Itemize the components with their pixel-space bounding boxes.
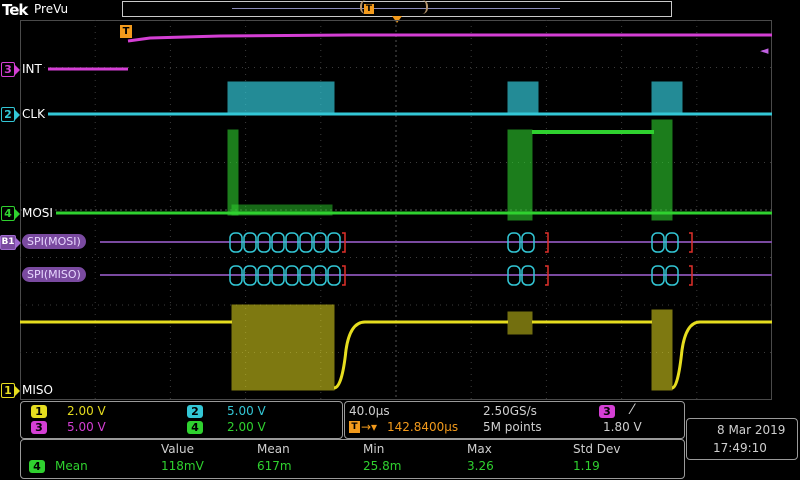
waveform-graticule[interactable] <box>20 20 772 400</box>
ch3-scale-value: 5.00 V <box>67 420 106 434</box>
trigger-level-marker[interactable]: ◄ <box>760 44 768 57</box>
vertical-scale-panel[interactable]: 1 2.00 V 2 5.00 V 3 5.00 V 4 2.00 V <box>20 401 343 439</box>
ch4-label: MOSI <box>22 206 53 220</box>
ch2-label: CLK <box>22 107 45 121</box>
ch2-ground-marker[interactable]: 2 <box>1 107 20 122</box>
trigger-position-marker[interactable]: T <box>364 4 374 14</box>
ch4-scale-badge: 4 <box>187 421 203 434</box>
meas-source-badge: 4 <box>29 460 45 473</box>
ch3-scale-badge: 3 <box>31 421 47 434</box>
clk-waveform <box>48 81 772 116</box>
date: 8 Mar 2019 <box>717 423 786 437</box>
sample-rate: 2.50GS/s <box>483 404 537 418</box>
decode-stop-markers <box>342 232 693 286</box>
time: 17:49:10 <box>713 441 767 455</box>
trigger-slope-icon: ⁄ <box>631 402 634 418</box>
acquisition-mode: PreVu <box>34 2 69 16</box>
datetime-panel: 8 Mar 2019 17:49:10 <box>686 418 798 460</box>
ch1-scale-badge: 1 <box>31 405 47 418</box>
bus-b1-marker[interactable]: B1 <box>0 235 21 250</box>
ch2-scale-badge: 2 <box>187 405 203 418</box>
meas-min: 25.8m <box>363 459 402 473</box>
ch3-label: INT <box>22 62 42 76</box>
int-waveform <box>48 33 772 71</box>
ch1-ground-marker[interactable]: 1 <box>1 383 20 398</box>
ch2-scale-value: 5.00 V <box>227 404 266 418</box>
ch1-scale-value: 2.00 V <box>67 404 106 418</box>
meas-mean: 617m <box>257 459 292 473</box>
brand-logo: Tek <box>2 1 28 19</box>
trigger-position: 142.8400µs <box>387 420 459 434</box>
meas-header-max: Max <box>467 442 492 456</box>
trigger-source-badge: 3 <box>599 405 615 418</box>
ch4-ground-marker[interactable]: 4 <box>1 206 20 221</box>
meas-name: Mean <box>55 459 88 473</box>
record-length: 5M points <box>483 420 542 434</box>
top-bar: Tek PreVu T <box>0 0 800 23</box>
measurement-panel[interactable]: Value Mean Min Max Std Dev 4 Mean 118mV … <box>20 439 685 479</box>
meas-header-value: Value <box>161 442 194 456</box>
bus-label-spi-miso: SPI(MISO) <box>22 267 86 282</box>
meas-value: 118mV <box>161 459 204 473</box>
bus-label-spi-mosi: SPI(MOSI) <box>22 234 86 249</box>
horizontal-trigger-panel[interactable]: 40.0µs 2.50GS/s 3 ⁄ T →▾ 142.8400µs 5M p… <box>344 401 685 439</box>
ch3-ground-marker[interactable]: 3 <box>1 62 20 77</box>
trigger-position-icon: T <box>349 421 360 433</box>
decode-packets <box>229 232 679 286</box>
meas-max: 3.26 <box>467 459 494 473</box>
meas-header-stddev: Std Dev <box>573 442 621 456</box>
meas-stddev: 1.19 <box>573 459 600 473</box>
horizontal-scale: 40.0µs <box>349 404 390 418</box>
ch4-scale-value: 2.00 V <box>227 420 266 434</box>
meas-header-min: Min <box>363 442 385 456</box>
ch1-label: MISO <box>22 383 53 397</box>
trigger-level: 1.80 V <box>603 420 642 434</box>
mosi-waveform <box>56 119 772 221</box>
miso-waveform <box>20 304 772 391</box>
trigger-delay-arrow-icon: →▾ <box>361 420 378 434</box>
trigger-time-marker[interactable]: T <box>120 25 132 38</box>
meas-header-mean: Mean <box>257 442 290 456</box>
